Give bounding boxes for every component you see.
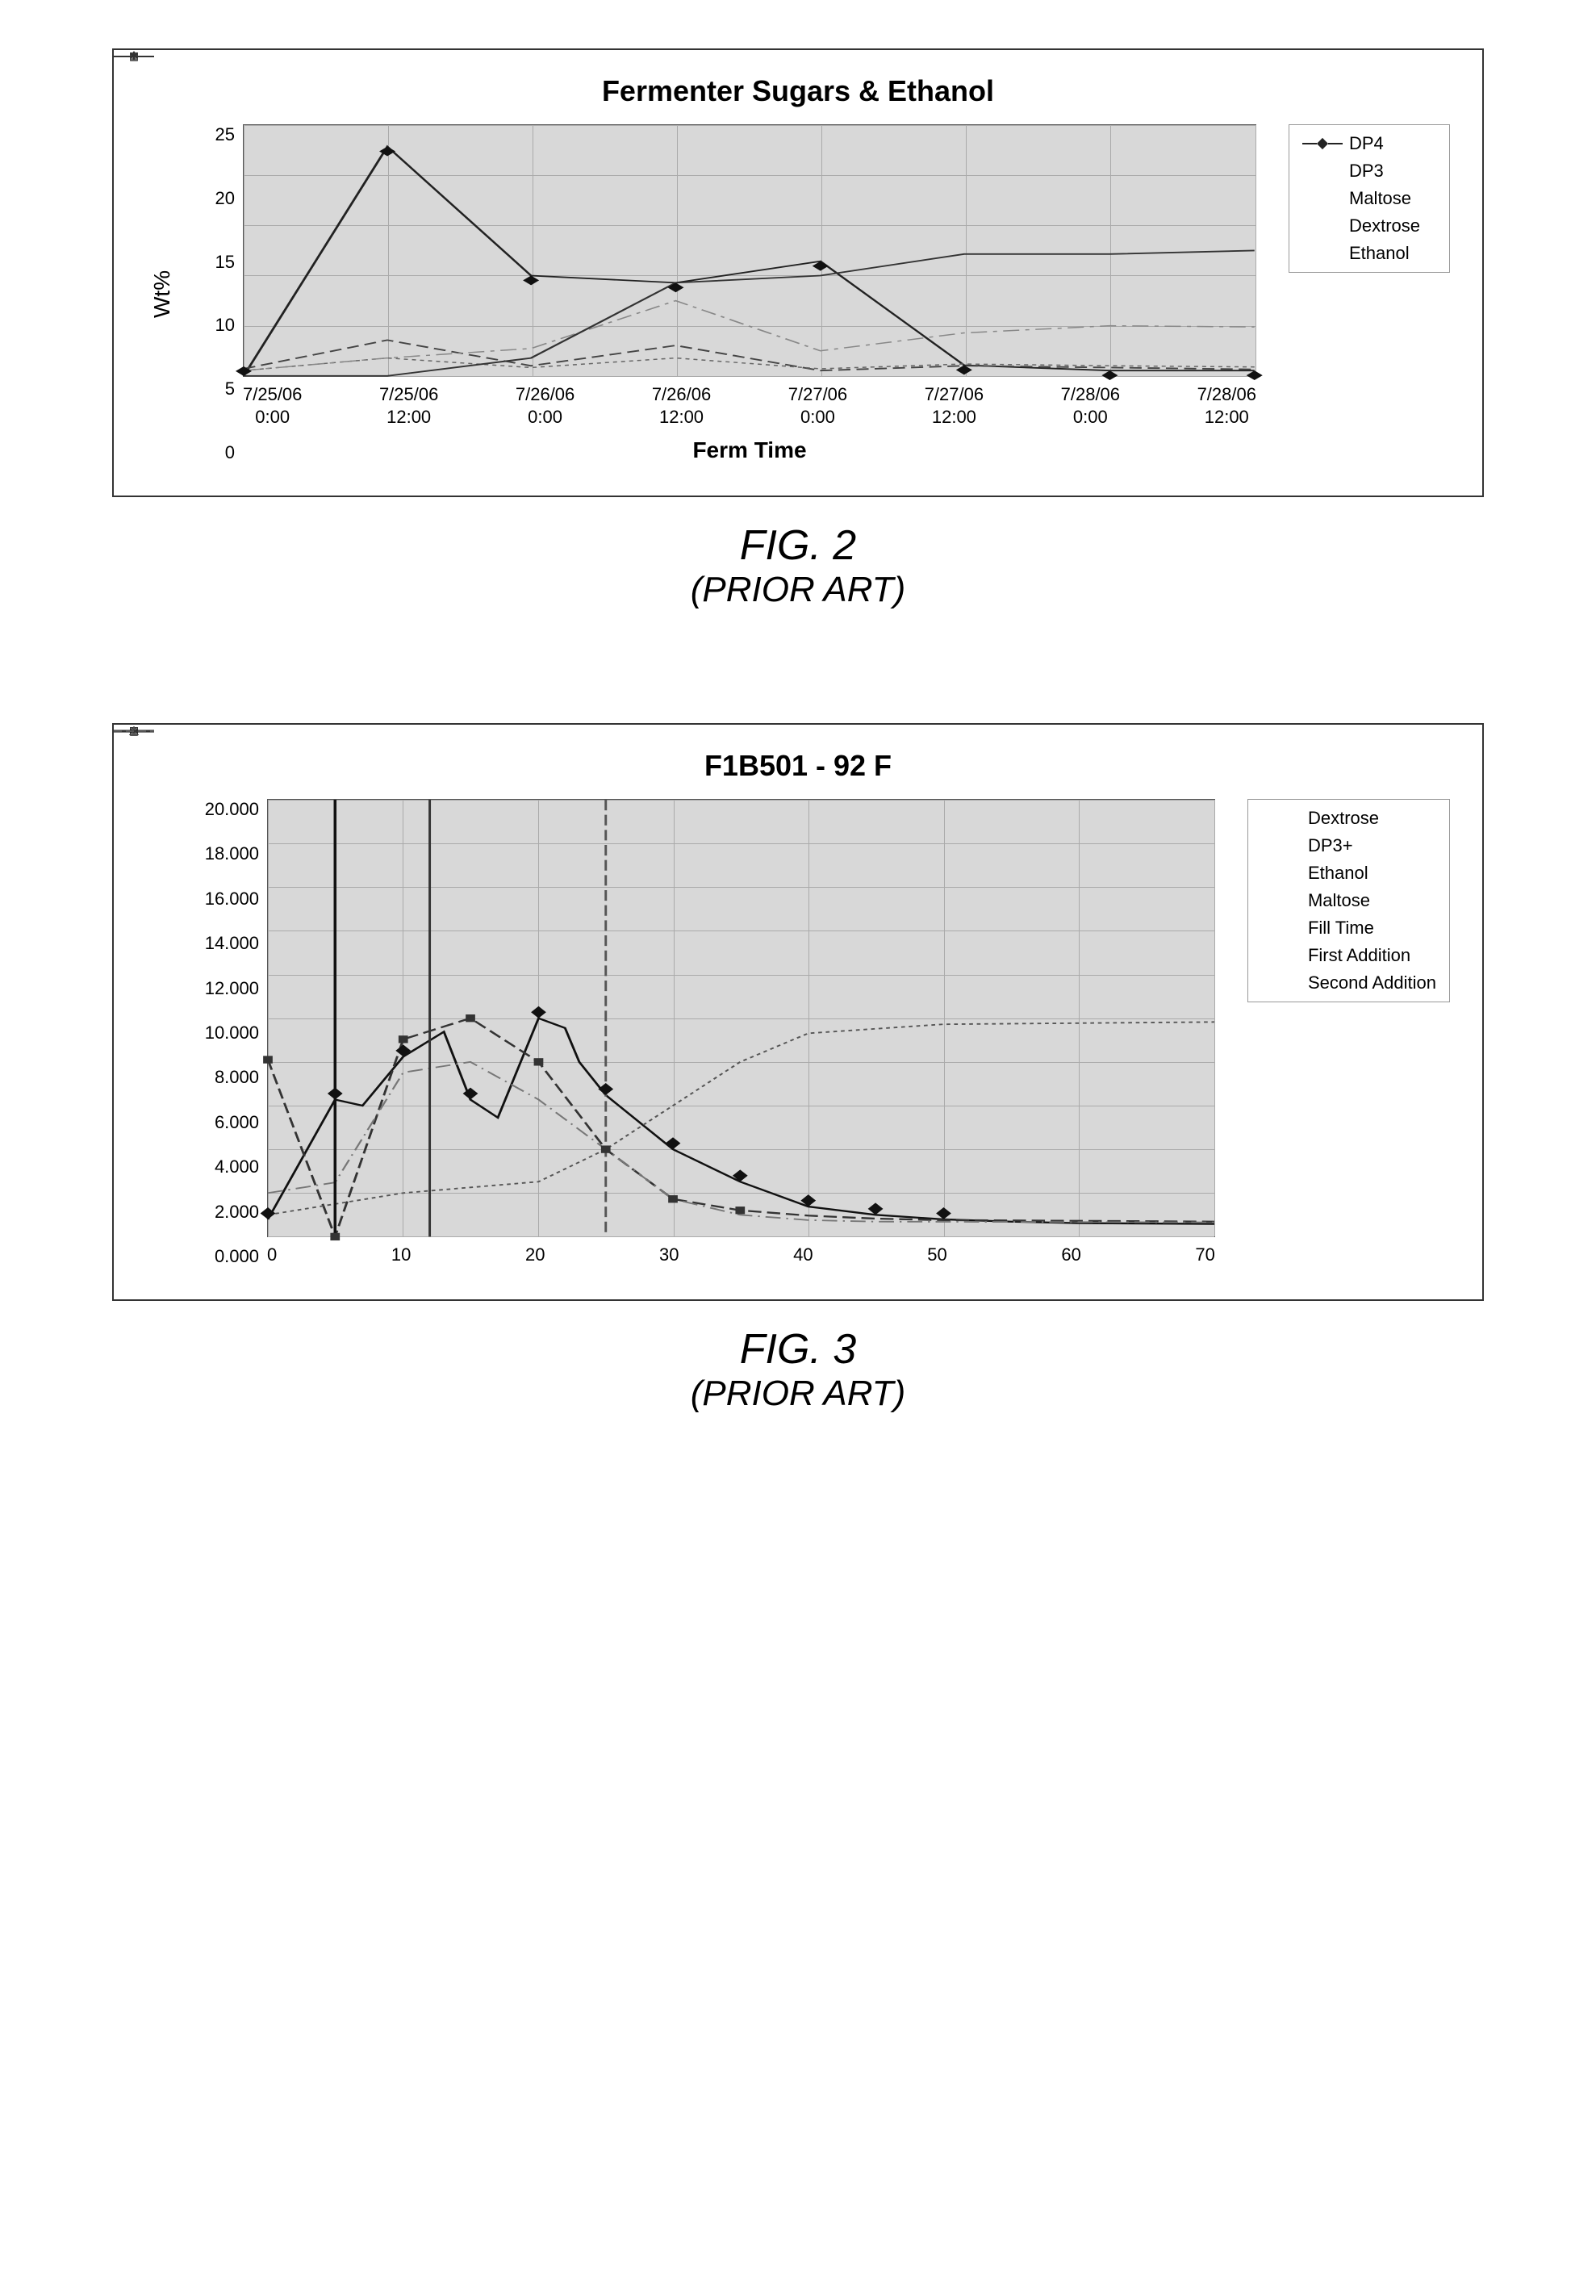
fig2-legend-ethanol: ✱ Ethanol: [1302, 243, 1436, 264]
fig3-legend-second-addition: Second Addition: [1261, 972, 1436, 993]
page-content: Fermenter Sugars & Ethanol Wt% 25 20 15 …: [65, 48, 1531, 1462]
fig2-chart-box: Fermenter Sugars & Ethanol Wt% 25 20 15 …: [112, 48, 1484, 497]
fig2-note: (PRIOR ART): [691, 570, 905, 610]
fig3-chart-box: F1B501 - 92 F 20.000 18.000 16.000 14.00…: [112, 723, 1484, 1301]
fig2-number: FIG. 2: [691, 521, 905, 570]
fig3-note: (PRIOR ART): [691, 1374, 905, 1414]
fig3-caption: FIG. 3 (PRIOR ART): [691, 1325, 905, 1414]
fig2-legend: DP4 DP3 Maltose: [1289, 124, 1450, 273]
fig2-caption: FIG. 2 (PRIOR ART): [691, 521, 905, 610]
fig3-chart-area: 20.000 18.000 16.000 14.000 12.000 10.00…: [146, 799, 1450, 1267]
fig3-number: FIG. 3: [691, 1325, 905, 1374]
fig2-chart-area: Wt% 25 20 15 10 5 0: [146, 124, 1450, 463]
fig3-section: F1B501 - 92 F 20.000 18.000 16.000 14.00…: [65, 723, 1531, 1414]
fig3-legend: Dextrose DP3+ Ethanol: [1247, 799, 1450, 1002]
svg-text:✱: ✱: [129, 49, 139, 62]
fig2-section: Fermenter Sugars & Ethanol Wt% 25 20 15 …: [65, 48, 1531, 610]
